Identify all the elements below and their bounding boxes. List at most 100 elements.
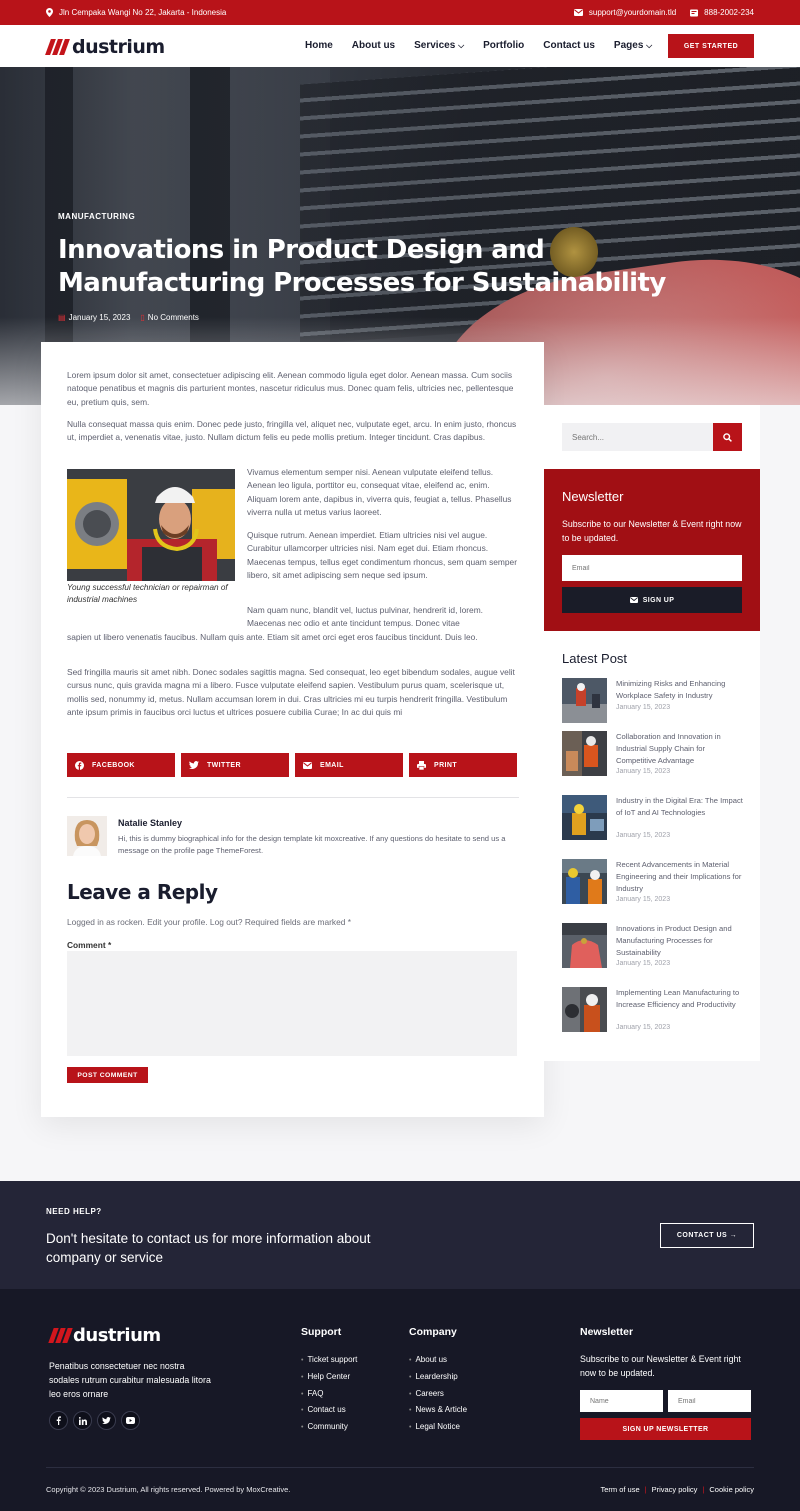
nav-home[interactable]: Home (305, 40, 333, 51)
share-print-button[interactable]: PRINT (409, 753, 517, 777)
author-bio: Hi, this is dummy biographical info for … (118, 834, 506, 855)
latest-post-thumbnail (562, 923, 607, 968)
comment-textarea[interactable] (67, 951, 517, 1056)
search-button[interactable] (713, 423, 742, 451)
latest-post-item[interactable]: Minimizing Risks and Enhancing Workplace… (562, 678, 747, 724)
copyright-text: Copyright © 2023 Dustrium, All rights re… (46, 1485, 291, 1494)
footer-link[interactable]: Contact us (301, 1402, 357, 1419)
facebook-icon (56, 1416, 61, 1425)
twitter-icon (189, 761, 199, 769)
latest-post-item[interactable]: Industry in the Digital Era: The Impact … (562, 795, 747, 841)
latest-post-item[interactable]: Collaboration and Innovation in Industri… (562, 731, 747, 777)
address-text: Jln Cempaka Wangi No 22, Jakarta - Indon… (59, 8, 227, 17)
map-pin-icon (46, 8, 53, 17)
latest-post-item[interactable]: Innovations in Product Design and Manufa… (562, 923, 747, 969)
nav-contact[interactable]: Contact us (543, 40, 595, 51)
phone-link[interactable]: 888-2002-234 (704, 8, 754, 17)
post-comment-button[interactable]: POST COMMENT (67, 1067, 148, 1083)
post-date: ▤ January 15, 2023 (58, 313, 130, 322)
latest-post-title: Minimizing Risks and Enhancing Workplace… (616, 679, 726, 700)
share-twitter-button[interactable]: TWITTER (181, 753, 289, 777)
separator: | (702, 1485, 705, 1494)
footer-link[interactable]: News & Article (409, 1402, 467, 1419)
facebook-link[interactable] (49, 1411, 68, 1430)
logo-mark-icon (45, 39, 72, 55)
newsletter-title: Newsletter (562, 489, 624, 504)
linkedin-link[interactable] (73, 1411, 92, 1430)
footer-link[interactable]: About us (409, 1352, 467, 1369)
footer-logo[interactable]: dustrium (48, 1325, 161, 1346)
latest-post-thumbnail (562, 678, 607, 723)
main-nav: Home About us Services ⌵ Portfolio Conta… (305, 40, 652, 51)
nav-portfolio[interactable]: Portfolio (483, 40, 524, 51)
footer-link[interactable]: Ticket support (301, 1352, 357, 1369)
calendar-icon: ▤ (58, 313, 66, 322)
post-date-text: January 15, 2023 (68, 313, 131, 322)
footer-link[interactable]: Leardership (409, 1369, 467, 1386)
footer-link[interactable]: Legal Notice (409, 1419, 467, 1436)
latest-post-date: January 15, 2023 (616, 768, 671, 775)
nav-pages[interactable]: Pages ⌵ (614, 40, 652, 51)
twitter-link[interactable] (97, 1411, 116, 1430)
post-category[interactable]: MANUFACTURING (58, 212, 135, 221)
footer-signup-button[interactable]: SIGN UP NEWSLETTER (580, 1418, 751, 1440)
latest-post-thumbnail (562, 859, 607, 904)
divider (67, 797, 519, 798)
linkedin-icon (78, 1416, 87, 1425)
footer-link[interactable]: FAQ (301, 1386, 357, 1403)
newsletter-text: Subscribe to our Newsletter & Event righ… (562, 519, 742, 543)
author-name[interactable]: Natalie Stanley (118, 818, 182, 828)
address-info: Jln Cempaka Wangi No 22, Jakarta - Indon… (46, 8, 226, 17)
youtube-icon (126, 1417, 135, 1424)
footer-email-input[interactable] (668, 1390, 751, 1412)
separator: | (644, 1485, 647, 1494)
post-meta: ▤ January 15, 2023 ▯ No Comments (58, 313, 199, 322)
latest-posts-widget: Latest Post Minimizing Risks and Enhanci… (544, 631, 760, 1061)
reply-logged-in-note: Logged in as rocken. Edit your profile. … (67, 917, 351, 927)
share-email-button[interactable]: EMAIL (295, 753, 403, 777)
post-comments[interactable]: ▯ No Comments (140, 313, 199, 322)
share-facebook-label: FACEBOOK (92, 761, 135, 769)
envelope-icon (629, 597, 638, 603)
printer-icon (417, 760, 426, 770)
cta-text: Don't hesitate to contact us for more in… (46, 1231, 371, 1265)
post-comments-text: No Comments (147, 313, 199, 322)
share-twitter-label: TWITTER (207, 761, 241, 769)
search-input[interactable] (562, 423, 714, 451)
latest-post-thumbnail (562, 987, 607, 1032)
footer-support-links: Ticket support Help Center FAQ Contact u… (301, 1352, 357, 1436)
contact-us-label: CONTACT US (676, 1232, 728, 1239)
latest-post-item[interactable]: Recent Advancements in Material Engineer… (562, 859, 747, 905)
latest-post-title: Recent Advancements in Material Engineer… (616, 860, 742, 893)
latest-post-date: January 15, 2023 (616, 960, 671, 967)
terms-link[interactable]: Term of use (600, 1485, 639, 1494)
email-link[interactable]: support@yourdomain.tld (589, 8, 676, 17)
latest-post-date: January 15, 2023 (616, 704, 671, 711)
cookie-link[interactable]: Cookie policy (709, 1485, 754, 1494)
footer-link[interactable]: Help Center (301, 1369, 357, 1386)
site-logo[interactable]: dustrium (45, 36, 165, 58)
newsletter-signup-button[interactable]: SIGN UP (562, 587, 742, 613)
privacy-link[interactable]: Privacy policy (652, 1485, 698, 1494)
contact-us-button[interactable]: CONTACT US → (660, 1223, 754, 1248)
footer-name-input[interactable] (580, 1390, 663, 1412)
reply-heading: Leave a Reply (67, 880, 218, 904)
latest-post-thumbnail (562, 731, 607, 776)
footer-link[interactable]: Community (301, 1419, 357, 1436)
footer-company-title: Company (409, 1326, 457, 1338)
youtube-link[interactable] (121, 1411, 140, 1430)
share-facebook-button[interactable]: FACEBOOK (67, 753, 175, 777)
newsletter-email-input[interactable] (562, 555, 742, 581)
nav-about[interactable]: About us (352, 40, 395, 51)
share-print-label: PRINT (434, 761, 457, 769)
footer-link[interactable]: Careers (409, 1386, 467, 1403)
logo-text: dustrium (72, 36, 165, 58)
get-started-button[interactable]: GET STARTED (668, 34, 754, 58)
nav-services-label: Services (414, 40, 456, 51)
latest-post-title: Implementing Lean Manufacturing to Incre… (616, 988, 740, 1009)
latest-post-item[interactable]: Implementing Lean Manufacturing to Incre… (562, 987, 747, 1033)
nav-services[interactable]: Services ⌵ (414, 40, 464, 51)
latest-posts-title: Latest Post (562, 651, 628, 666)
social-links (49, 1411, 140, 1430)
footer-newsletter-text: Subscribe to our Newsletter & Event righ… (580, 1354, 741, 1378)
